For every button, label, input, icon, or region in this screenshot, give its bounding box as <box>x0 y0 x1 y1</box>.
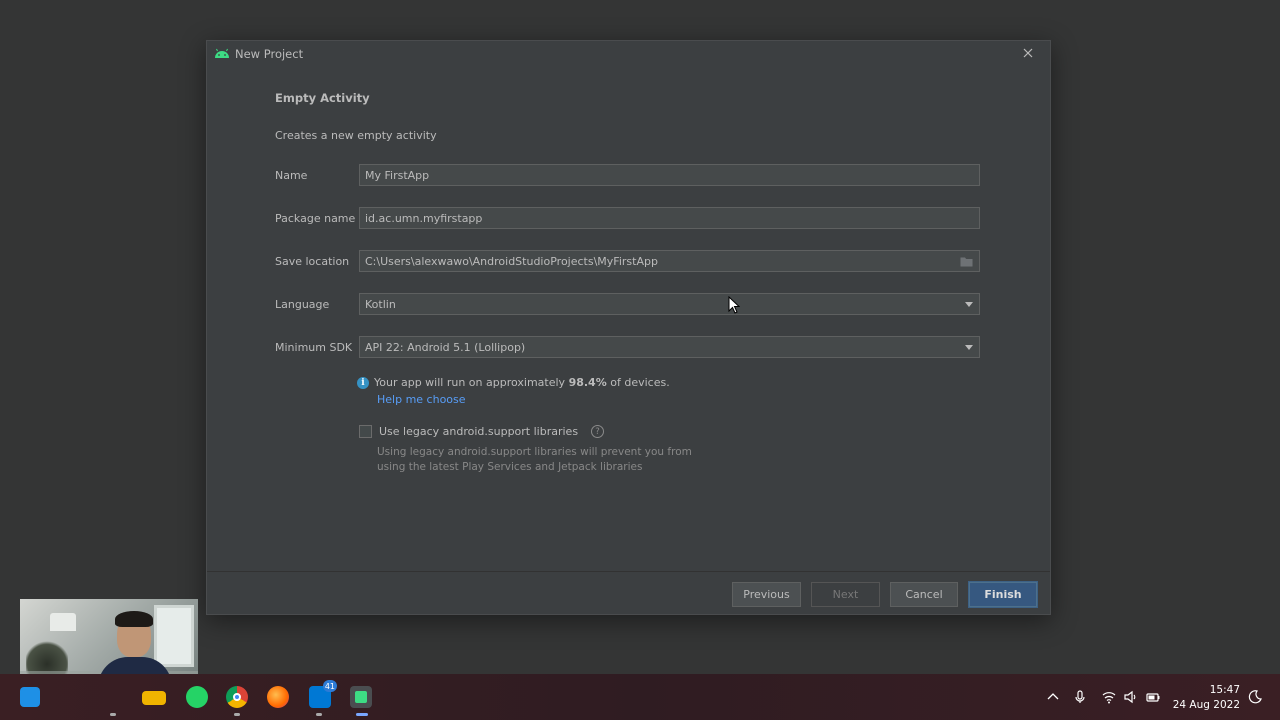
new-project-dialog: New Project Empty Activity Creates a new… <box>206 40 1051 615</box>
next-button[interactable]: Next <box>811 582 880 607</box>
mail-badge: 41 <box>322 680 337 692</box>
save-location-input[interactable] <box>365 254 979 268</box>
legacy-support-label[interactable]: Use legacy android.support libraries <box>379 425 578 438</box>
start-icon[interactable] <box>20 687 40 707</box>
name-label: Name <box>275 169 308 182</box>
info-icon: i <box>357 376 369 389</box>
name-field[interactable] <box>359 164 980 186</box>
footer-divider <box>207 571 1050 572</box>
close-icon <box>1023 48 1033 58</box>
finish-button[interactable]: Finish <box>969 582 1037 607</box>
system-clock[interactable]: 15:47 24 Aug 2022 <box>1173 683 1240 713</box>
cancel-button[interactable]: Cancel <box>890 582 958 607</box>
legacy-support-checkbox[interactable] <box>359 425 372 438</box>
volume-icon[interactable] <box>1124 690 1138 704</box>
android-icon <box>215 48 229 58</box>
whatsapp-icon[interactable] <box>186 686 208 708</box>
dialog-title-bar[interactable]: New Project <box>207 41 1050 67</box>
chevron-up-icon[interactable] <box>1046 690 1060 704</box>
legacy-support-row: Use legacy android.support libraries ? <box>359 425 605 438</box>
minimum-sdk-value: API 22: Android 5.1 (Lollipop) <box>365 340 526 354</box>
help-me-choose-link[interactable]: Help me choose <box>377 393 466 406</box>
minimum-sdk-label: Minimum SDK <box>275 341 353 354</box>
save-location-label: Save location <box>275 255 350 268</box>
package-name-input[interactable] <box>365 211 979 225</box>
legacy-support-description: Using legacy android.support libraries w… <box>377 446 692 473</box>
chevron-down-icon <box>965 302 973 307</box>
name-input[interactable] <box>365 168 979 182</box>
mouse-pointer-icon <box>728 296 740 314</box>
section-description: Creates a new empty activity <box>275 129 437 142</box>
close-button[interactable] <box>1020 45 1036 61</box>
previous-button[interactable]: Previous <box>732 582 801 607</box>
firefox-icon[interactable] <box>267 686 289 708</box>
microphone-icon[interactable] <box>1073 690 1087 704</box>
android-studio-icon[interactable] <box>350 686 372 708</box>
language-value: Kotlin <box>365 297 396 311</box>
coverage-suffix: of devices. <box>610 376 670 389</box>
coverage-prefix: Your app will run on approximately <box>374 376 566 389</box>
taskbar: 41 15:47 24 Aug 2022 <box>0 674 1280 720</box>
folder-icon[interactable] <box>960 256 973 267</box>
section-title: Empty Activity <box>275 91 370 105</box>
clock-time: 15:47 <box>1209 684 1240 696</box>
battery-icon[interactable] <box>1146 690 1160 704</box>
clock-date: 24 Aug 2022 <box>1172 699 1240 711</box>
language-label: Language <box>275 298 330 311</box>
minimum-sdk-dropdown[interactable]: API 22: Android 5.1 (Lollipop) <box>359 336 980 358</box>
mail-icon[interactable]: 41 <box>309 680 337 708</box>
device-coverage-info: i Your app will run on approximately 98.… <box>357 376 670 389</box>
coverage-percent: 98.4% <box>568 376 607 389</box>
dialog-title: New Project <box>235 47 304 61</box>
save-location-field[interactable] <box>359 250 980 272</box>
file-explorer-icon[interactable] <box>142 691 166 705</box>
chrome-icon[interactable] <box>226 686 248 708</box>
wifi-icon[interactable] <box>1102 690 1116 704</box>
moon-icon[interactable] <box>1248 690 1262 704</box>
language-dropdown[interactable]: Kotlin <box>359 293 980 315</box>
package-name-label: Package name <box>275 212 356 225</box>
chevron-down-icon <box>965 345 973 350</box>
package-name-field[interactable] <box>359 207 980 229</box>
question-icon[interactable]: ? <box>591 425 605 438</box>
